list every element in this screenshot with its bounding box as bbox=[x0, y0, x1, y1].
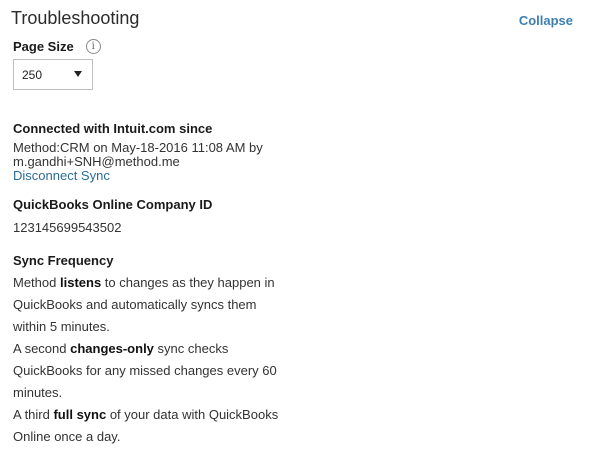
collapse-link[interactable]: Collapse bbox=[519, 13, 573, 28]
p1-bold: listens bbox=[59, 275, 102, 290]
sync-frequency-heading: Sync Frequency bbox=[13, 253, 114, 268]
sync-paragraph-2: A second changes-only sync checks QuickB… bbox=[13, 338, 293, 404]
page-size-row: Page Size i bbox=[13, 39, 101, 54]
company-id-value: 123145699543502 bbox=[13, 220, 122, 235]
page-size-value: 250 bbox=[22, 67, 43, 82]
disconnect-sync-link[interactable]: Disconnect Sync bbox=[13, 168, 110, 183]
sync-paragraph-3: A third full sync of your data with Quic… bbox=[13, 404, 293, 448]
p3-bold: full sync bbox=[53, 407, 107, 422]
connected-line2: m.gandhi+SNH@method.me bbox=[13, 154, 180, 169]
sync-paragraph-1: Method listens to changes as they happen… bbox=[13, 272, 293, 338]
p3-pre: A third bbox=[13, 407, 54, 422]
page-title: Troubleshooting bbox=[11, 8, 140, 28]
connected-heading: Connected with Intuit.com since bbox=[13, 121, 213, 136]
p1-pre: Method bbox=[13, 275, 60, 290]
caret-down-icon bbox=[74, 71, 82, 77]
company-id-heading: QuickBooks Online Company ID bbox=[13, 197, 213, 212]
connected-line1: Method:CRM on May-18-2016 11:08 AM by bbox=[13, 140, 263, 155]
page-size-label: Page Size bbox=[13, 39, 74, 54]
p2-pre: A second bbox=[13, 341, 71, 356]
page-size-select[interactable]: 250 bbox=[13, 59, 93, 90]
p2-bold: changes-only bbox=[70, 341, 154, 356]
info-icon[interactable]: i bbox=[85, 39, 101, 54]
